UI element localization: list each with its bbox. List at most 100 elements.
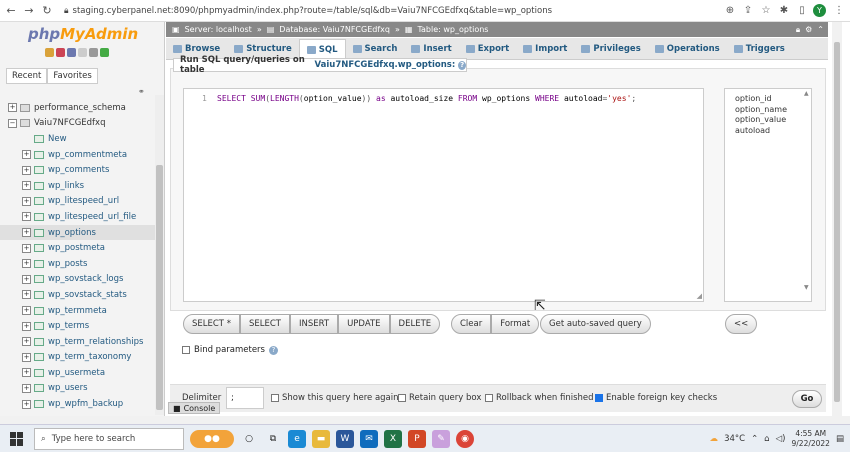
nav-scrollbar[interactable] — [155, 95, 164, 415]
excel-icon[interactable]: X — [384, 429, 402, 448]
tree-item[interactable]: + wp_posts — [0, 256, 158, 272]
tab-triggers[interactable]: Triggers — [727, 39, 792, 59]
extensions-icon[interactable]: ✱ — [777, 5, 791, 16]
settings-icon[interactable] — [89, 48, 98, 57]
tab-export[interactable]: Export — [459, 39, 516, 59]
tree-item[interactable]: + wp_usermeta — [0, 365, 158, 381]
tree-item[interactable]: New — [0, 131, 158, 147]
tab-search[interactable]: Search — [346, 39, 405, 59]
collapse-icon[interactable]: ⌃ — [817, 25, 824, 35]
tree-item[interactable]: + wp_terms — [0, 318, 158, 334]
tree-item[interactable]: + wp_sovstack_logs — [0, 272, 158, 288]
column-option[interactable]: autoload — [725, 126, 811, 137]
expand-icon[interactable]: + — [22, 196, 31, 206]
expand-icon[interactable]: − — [8, 118, 17, 128]
tab-insert[interactable]: Insert — [404, 39, 458, 59]
clock[interactable]: 4:55 AM 9/22/2022 — [792, 429, 830, 449]
breadcrumb-server[interactable]: Server: localhost — [185, 25, 252, 34]
recent-tab[interactable]: Recent — [6, 68, 48, 84]
help-icon[interactable]: ? — [458, 60, 466, 70]
expand-icon[interactable]: + — [22, 274, 31, 284]
update-button[interactable]: UPDATE — [338, 314, 390, 334]
expand-icon[interactable]: + — [22, 337, 31, 347]
delimiter-input[interactable]: ; — [226, 387, 264, 409]
home-icon[interactable] — [45, 48, 54, 57]
task-view-icon[interactable]: ⧉ — [264, 430, 282, 448]
cortana-icon[interactable]: ○ — [240, 430, 258, 448]
favorites-tab[interactable]: Favorites — [47, 68, 98, 84]
tree-item[interactable]: + wp_sovstack_stats — [0, 287, 158, 303]
sidebar-toggle-icon[interactable]: ▯ — [795, 5, 809, 16]
columns-scroll-up-icon[interactable]: ▲ — [804, 90, 809, 97]
lock-icon[interactable]: 🔒︎ — [796, 25, 800, 35]
tray-chevron-icon[interactable]: ⌃ — [751, 434, 758, 444]
retain-query-checkbox[interactable] — [398, 394, 406, 402]
taskbar-search[interactable]: ⌕ Type here to search — [34, 427, 184, 450]
foreign-keys-checkbox[interactable] — [595, 394, 603, 402]
reload-nav-icon[interactable] — [100, 48, 109, 57]
tree-item[interactable]: + wp_options — [0, 224, 158, 241]
volume-icon[interactable]: ◁) — [776, 434, 786, 444]
help-icon[interactable] — [67, 48, 76, 57]
column-option[interactable]: option_name — [725, 105, 811, 116]
option-foreign-keys[interactable]: Enable foreign key checks — [595, 393, 717, 403]
tab-operations[interactable]: Operations — [648, 39, 727, 59]
chrome-icon[interactable]: ◉ — [456, 429, 474, 448]
expand-icon[interactable]: + — [22, 212, 31, 222]
expand-icon[interactable]: + — [22, 165, 31, 175]
tree-item[interactable]: − Vaiu7NFCGEdfxq — [0, 116, 158, 132]
breadcrumb-table[interactable]: Table: wp_options — [417, 25, 488, 34]
column-option[interactable]: option_id — [725, 94, 811, 105]
expand-icon[interactable]: + — [22, 259, 31, 269]
reload-icon[interactable]: ↻ — [40, 4, 54, 18]
expand-icon[interactable]: + — [22, 150, 31, 160]
tree-item[interactable]: + wp_wpfm_backup — [0, 396, 158, 412]
powerpoint-icon[interactable]: P — [408, 429, 426, 448]
weather-icon[interactable]: ☁ — [710, 434, 719, 444]
notifications-icon[interactable]: ▤ — [836, 434, 844, 444]
bind-parameters-checkbox[interactable] — [182, 346, 190, 354]
mail-icon[interactable]: ✉ — [360, 429, 378, 448]
back-icon[interactable]: ← — [4, 4, 18, 18]
sql-legend-table[interactable]: Vaiu7NFCGEdfxq.wp_options: — [315, 60, 456, 70]
column-option[interactable]: option_value — [725, 115, 811, 126]
expand-icon[interactable]: + — [22, 243, 31, 253]
edge-icon[interactable]: e — [288, 429, 306, 448]
insert-button[interactable]: INSERT — [289, 314, 339, 334]
console-toggle[interactable]: ■ Console — [168, 402, 221, 414]
clear-button[interactable]: Clear — [451, 314, 492, 334]
file-explorer-icon[interactable]: ▬ — [312, 429, 330, 448]
expand-icon[interactable]: + — [22, 368, 31, 378]
windows-start-icon[interactable] — [10, 431, 24, 446]
phpmyadmin-logo[interactable]: phpMyAdmin — [28, 25, 138, 43]
select-button[interactable]: SELECT — [239, 314, 290, 334]
logout-icon[interactable] — [56, 48, 65, 57]
help-icon[interactable]: ? — [268, 345, 278, 355]
zoom-icon[interactable]: ⊕ — [723, 5, 737, 16]
expand-icon[interactable]: + — [22, 352, 31, 362]
expand-icon[interactable]: + — [22, 181, 31, 191]
forward-icon[interactable]: → — [22, 4, 36, 18]
insert-column-button[interactable]: << — [725, 314, 758, 334]
tree-item[interactable]: + wp_users — [0, 381, 158, 397]
temperature[interactable]: 34°C — [724, 434, 745, 444]
tree-item[interactable]: + wp_postmeta — [0, 240, 158, 256]
tab-privileges[interactable]: Privileges — [574, 39, 647, 59]
sql-editor[interactable]: 1 SELECT SUM(LENGTH(option_value)) as au… — [183, 88, 704, 302]
get-auto-saved-query-button[interactable]: Get auto-saved query — [540, 314, 651, 334]
tree-item[interactable]: + wp_term_relationships — [0, 334, 158, 350]
network-icon[interactable]: ⌂ — [764, 434, 769, 444]
link-icon[interactable]: ⚭ — [138, 87, 145, 96]
menu-icon[interactable]: ⋮ — [832, 5, 846, 16]
expand-icon[interactable]: + — [22, 383, 31, 393]
expand-icon[interactable]: + — [22, 306, 31, 316]
page-scrollbar[interactable] — [832, 22, 842, 417]
widgets-icon[interactable]: ●● — [190, 429, 234, 448]
resize-handle-icon[interactable]: ◢ — [697, 292, 702, 300]
delete-button[interactable]: DELETE — [389, 314, 441, 334]
expand-icon[interactable]: + — [22, 321, 31, 331]
select-star-button[interactable]: SELECT * — [183, 314, 240, 334]
share-icon[interactable]: ⇪ — [741, 5, 755, 16]
tree-item[interactable]: + wp_comments — [0, 162, 158, 178]
tree-item[interactable]: + wp_commentmeta — [0, 147, 158, 163]
